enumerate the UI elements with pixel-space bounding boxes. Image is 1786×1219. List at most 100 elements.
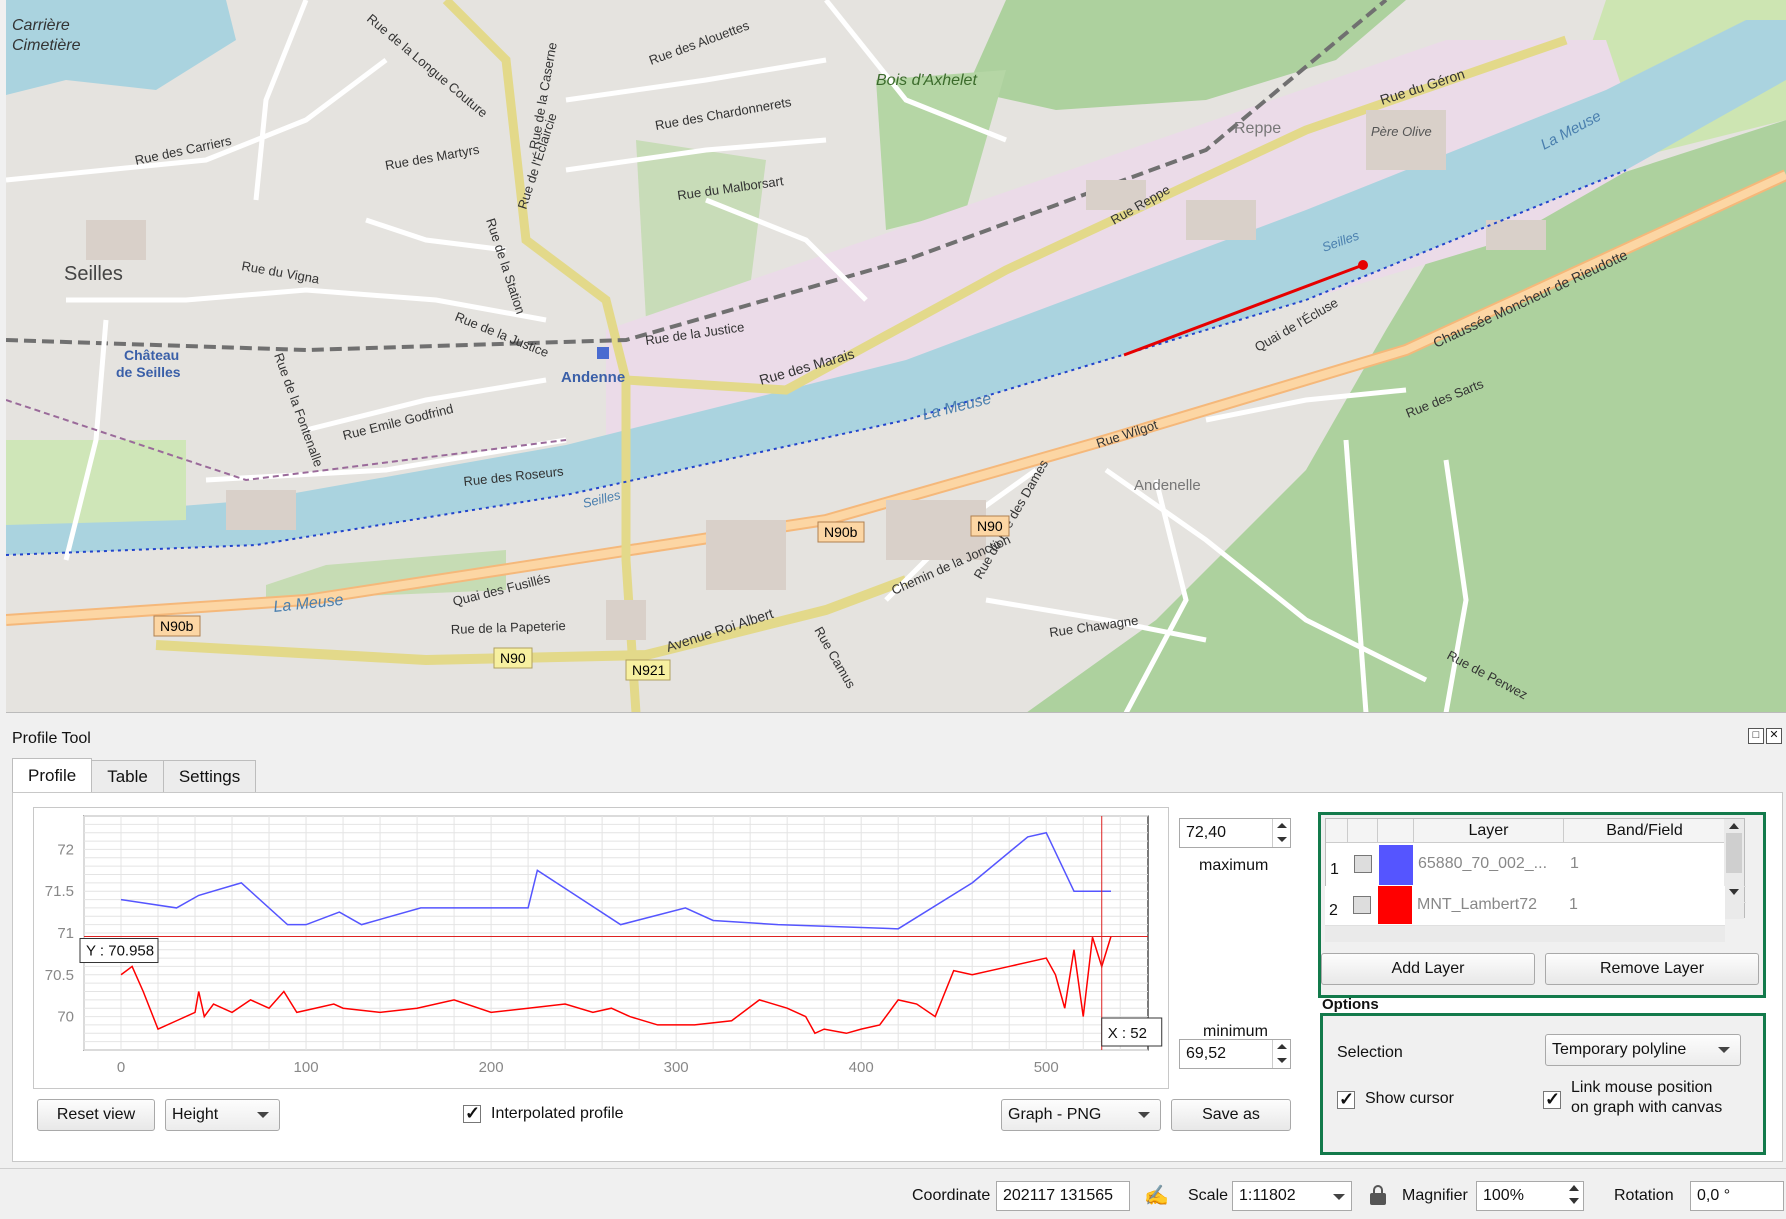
tab-table[interactable]: Table	[91, 760, 164, 792]
header-layer[interactable]: Layer	[1414, 819, 1564, 843]
chevron-down-icon	[257, 1112, 269, 1118]
shield-n90-2: N90	[500, 650, 526, 666]
minimum-spinbox[interactable]: 69,52	[1179, 1039, 1291, 1069]
link-mouse-checkbox[interactable]	[1543, 1089, 1561, 1110]
save-as-button[interactable]: Save as	[1171, 1099, 1291, 1131]
tab-settings[interactable]: Settings	[162, 760, 257, 792]
link-mouse-label: Link mouse position on graph with canvas	[1571, 1078, 1722, 1118]
x-tick-label: 200	[479, 1059, 504, 1076]
mouse-toggle-icon[interactable]: ✍	[1144, 1183, 1169, 1207]
shield-n90b-1: N90b	[824, 524, 858, 540]
interpolated-checkbox[interactable]	[463, 1103, 481, 1124]
maximum-spinbox[interactable]: 72,40	[1179, 818, 1291, 848]
row-number: 1	[1330, 861, 1339, 878]
layer-table-vscrollbar[interactable]	[1724, 819, 1744, 919]
export-format-combo[interactable]: Graph - PNG	[1001, 1099, 1161, 1131]
show-cursor-checkbox[interactable]	[1337, 1089, 1355, 1110]
scroll-up-icon[interactable]	[1729, 823, 1739, 829]
label-andenelle: Andenelle	[1134, 477, 1201, 494]
scale-combo[interactable]: 1:11802	[1232, 1181, 1352, 1211]
cursor-x-label: X : 52	[1108, 1025, 1147, 1042]
layer-name: 65880_70_002_...	[1418, 855, 1548, 872]
layer-list-panel: Layer Band/Field 1 65880_70_002_... 1 2 …	[1318, 812, 1766, 998]
maximum-down-icon[interactable]	[1272, 833, 1290, 847]
y-tick-label: 72	[57, 841, 74, 858]
minimum-up-icon[interactable]	[1272, 1040, 1290, 1054]
layer-visibility-checkbox[interactable]	[1354, 855, 1372, 873]
scale-value: 1:11802	[1239, 1187, 1296, 1204]
magnifier-down-icon[interactable]	[1569, 1198, 1579, 1204]
polyline-end-vertex	[1358, 260, 1368, 270]
table-row[interactable]: 1 65880_70_002_... 1	[1326, 843, 1746, 887]
height-combo[interactable]: Height	[165, 1099, 280, 1131]
shield-n921: N921	[632, 662, 666, 678]
label-carriere: Carrière	[12, 17, 70, 34]
x-tick-label: 0	[117, 1059, 125, 1076]
magnifier-value: 100%	[1483, 1187, 1524, 1204]
row-number: 2	[1329, 902, 1338, 919]
reset-view-button[interactable]: Reset view	[37, 1099, 155, 1131]
link-mouse-label-line1: Link mouse position	[1571, 1079, 1713, 1096]
lock-icon[interactable]	[1370, 1185, 1386, 1205]
scale-label: Scale	[1188, 1187, 1229, 1204]
header-band[interactable]: Band/Field	[1564, 819, 1726, 843]
layer-color-swatch[interactable]	[1378, 886, 1412, 924]
maximum-value: 72,40	[1186, 824, 1227, 841]
chevron-down-icon	[1718, 1047, 1730, 1053]
header-color	[1378, 819, 1414, 843]
y-tick-label: 71	[57, 925, 74, 942]
link-mouse-label-line2: on graph with canvas	[1571, 1099, 1723, 1116]
float-panel-icon[interactable]: □	[1748, 728, 1764, 744]
profile-graph[interactable]: 0 100 200 300 400 500 70 70.5 71 71.5 72 Y : 70.958…	[33, 807, 1169, 1089]
label-chateau-2: de Seilles	[116, 364, 181, 380]
map-canvas[interactable]: Carrière Cimetière Seilles Château de Se…	[6, 0, 1786, 713]
chevron-down-icon	[1333, 1194, 1345, 1200]
magnifier-spinbox[interactable]: 100%	[1476, 1181, 1584, 1211]
minimum-down-icon[interactable]	[1272, 1054, 1290, 1068]
x-tick-label: 400	[849, 1059, 874, 1076]
rotation-spinbox[interactable]: 0,0 °	[1690, 1181, 1784, 1211]
table-corner	[1326, 819, 1348, 843]
status-bar: Coordinate 202117 131565 ✍ Scale 1:11802…	[0, 1168, 1786, 1219]
scroll-thumb[interactable]	[1726, 833, 1742, 873]
table-row[interactable]: 2 MNT_Lambert72 1	[1325, 886, 1725, 926]
panel-title: Profile Tool	[12, 730, 91, 747]
magnifier-up-icon[interactable]	[1569, 1185, 1579, 1191]
label-pere-olive: Père Olive	[1371, 124, 1432, 139]
layer-table-hscrollbar[interactable]	[1325, 926, 1725, 942]
add-layer-button[interactable]: Add Layer	[1321, 953, 1535, 985]
layer-color-swatch[interactable]	[1379, 845, 1413, 885]
layer-visibility-checkbox[interactable]	[1353, 896, 1371, 914]
rotation-label: Rotation	[1614, 1187, 1674, 1204]
station-icon	[597, 347, 609, 359]
minimum-value: 69,52	[1186, 1045, 1227, 1062]
magnifier-label: Magnifier	[1402, 1187, 1468, 1204]
selection-label: Selection	[1337, 1044, 1403, 1061]
coordinate-field[interactable]: 202117 131565	[996, 1181, 1130, 1211]
selection-combo[interactable]: Temporary polyline	[1545, 1034, 1741, 1066]
scroll-down-icon[interactable]	[1729, 889, 1739, 895]
chevron-down-icon	[1138, 1112, 1150, 1118]
x-tick-label: 500	[1034, 1059, 1059, 1076]
cursor-y-label: Y : 70.958	[86, 943, 154, 960]
maximum-up-icon[interactable]	[1272, 819, 1290, 833]
y-tick-label: 70.5	[45, 967, 74, 984]
coordinate-label: Coordinate	[912, 1187, 991, 1204]
label-cimetiere: Cimetière	[12, 37, 81, 54]
y-tick-label: 71.5	[45, 883, 74, 900]
label-reppe: Reppe	[1234, 120, 1281, 137]
maximum-label: maximum	[1199, 857, 1269, 874]
remove-layer-button[interactable]: Remove Layer	[1545, 953, 1759, 985]
height-combo-value: Height	[172, 1106, 219, 1123]
layer-band: 1	[1569, 896, 1578, 913]
label-bois: Bois d'Axhelet	[876, 72, 977, 89]
layer-band: 1	[1570, 855, 1579, 872]
layer-name: MNT_Lambert72	[1417, 896, 1538, 913]
map-svg: Carrière Cimetière Seilles Château de Se…	[6, 0, 1786, 712]
close-panel-icon[interactable]: ✕	[1766, 728, 1782, 744]
y-tick-label: 70	[57, 1009, 74, 1026]
label-andenne: Andenne	[561, 369, 625, 386]
label-chateau-1: Château	[124, 347, 179, 363]
tab-profile[interactable]: Profile	[12, 758, 93, 792]
selection-value: Temporary polyline	[1552, 1041, 1687, 1058]
